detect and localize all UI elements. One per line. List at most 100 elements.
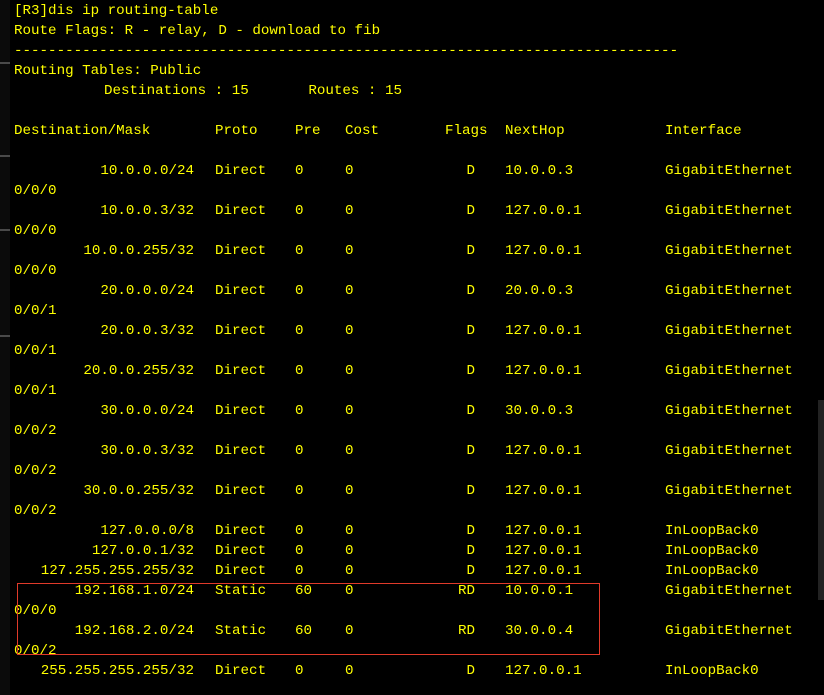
edge-tick [0,62,10,64]
route-interface-continuation: 0/0/2 [14,643,57,659]
route-nexthop: 30.0.0.4 [505,623,574,639]
route-preference: 0 [295,203,304,219]
route-destination: 127.0.0.1/32 [91,543,194,559]
route-proto: Direct [215,483,267,499]
separator-line: ----------------------------------------… [14,43,679,59]
table-header: Destination/Mask Proto Pre Cost Flags Ne… [14,121,824,141]
route-interface: InLoopBack0 [665,543,759,559]
route-flags: D [466,323,475,339]
route-nexthop: 127.0.0.1 [505,363,582,379]
route-nexthop: 127.0.0.1 [505,243,582,259]
route-proto: Direct [215,203,267,219]
route-proto: Direct [215,543,267,559]
route-counts: Destinations : 15 Routes : 15 [104,83,402,99]
route-nexthop: 127.0.0.1 [505,323,582,339]
route-destination: 10.0.0.255/32 [83,243,194,259]
route-interface-continuation: 0/0/1 [14,303,57,319]
route-interface: GigabitEthernet [665,283,793,299]
route-proto: Direct [215,243,267,259]
route-interface: GigabitEthernet [665,583,793,599]
route-nexthop: 127.0.0.1 [505,563,582,579]
route-proto: Static [215,623,267,639]
route-flags: D [466,443,475,459]
route-destination: 192.168.1.0/24 [74,583,194,599]
route-cost: 0 [345,323,354,339]
route-flags: D [466,483,475,499]
route-nexthop: 127.0.0.1 [505,443,582,459]
route-row: 30.0.0.3/32 Direct 0 0 D 127.0.0.1 GigabitEthe… [14,441,824,461]
route-cost: 0 [345,663,354,679]
header-flags: Flags [445,123,488,139]
route-destination: 30.0.0.3/32 [100,443,194,459]
route-cost: 0 [345,583,354,599]
route-destination: 30.0.0.0/24 [100,403,194,419]
route-interface-continuation: 0/0/2 [14,423,57,439]
route-destination: 20.0.0.3/32 [100,323,194,339]
header-cost: Cost [345,123,380,139]
route-row: 192.168.1.0/24 Static 60 0 RD 10.0.0.1 Gigabit… [14,581,824,601]
route-row: 255.255.255.255/32 Direct 0 0 D 127.0.0.1 InLo… [14,661,824,681]
route-flags: D [466,243,475,259]
route-interface-continuation: 0/0/0 [14,223,57,239]
route-destination: 20.0.0.255/32 [83,363,194,379]
route-interface: GigabitEthernet [665,403,793,419]
route-row: 127.0.0.1/32 Direct 0 0 D 127.0.0.1 InLoopBack… [14,541,824,561]
route-flags: D [466,663,475,679]
route-row: 10.0.0.0/24 Direct 0 0 D 10.0.0.3 GigabitEther… [14,161,824,181]
route-row: 30.0.0.0/24 Direct 0 0 D 30.0.0.3 GigabitEther… [14,401,824,421]
route-cost: 0 [345,623,354,639]
route-destination: 30.0.0.255/32 [83,483,194,499]
route-preference: 0 [295,163,304,179]
table-name: Routing Tables: Public [14,63,202,79]
route-cost: 0 [345,443,354,459]
route-nexthop: 127.0.0.1 [505,483,582,499]
route-row: 10.0.0.3/32 Direct 0 0 D 127.0.0.1 GigabitEthe… [14,201,824,221]
route-row: 20.0.0.255/32 Direct 0 0 D 127.0.0.1 GigabitEt… [14,361,824,381]
route-interface: GigabitEthernet [665,623,793,639]
route-interface: GigabitEthernet [665,323,793,339]
route-interface-continuation: 0/0/0 [14,263,57,279]
route-interface: GigabitEthernet [665,483,793,499]
route-nexthop: 10.0.0.1 [505,583,574,599]
route-row: 30.0.0.255/32 Direct 0 0 D 127.0.0.1 GigabitEt… [14,481,824,501]
route-cost: 0 [345,243,354,259]
route-nexthop: 20.0.0.3 [505,283,574,299]
header-pre: Pre [295,123,321,139]
window-left-edge [0,0,10,695]
route-proto: Direct [215,163,267,179]
route-interface: InLoopBack0 [665,563,759,579]
scrollbar[interactable] [818,400,824,600]
route-cost: 0 [345,563,354,579]
route-preference: 0 [295,323,304,339]
route-interface-continuation: 0/0/2 [14,463,57,479]
route-proto: Direct [215,323,267,339]
edge-tick [0,155,10,157]
route-flags: D [466,163,475,179]
route-cost: 0 [345,363,354,379]
route-proto: Direct [215,403,267,419]
route-cost: 0 [345,543,354,559]
route-destination: 20.0.0.0/24 [100,283,194,299]
terminal-window[interactable]: [R3]dis ip routing-table Route Flags: R … [0,0,824,695]
route-interface-continuation: 0/0/2 [14,503,57,519]
edge-tick [0,229,10,231]
route-proto: Direct [215,283,267,299]
route-preference: 0 [295,403,304,419]
route-preference: 0 [295,363,304,379]
route-flags: D [466,543,475,559]
route-nexthop: 127.0.0.1 [505,203,582,219]
route-flags: D [466,563,475,579]
route-destination: 127.255.255.255/32 [40,563,194,579]
edge-tick [0,335,10,337]
route-destination: 192.168.2.0/24 [74,623,194,639]
command-line: [R3]dis ip routing-table [14,3,219,19]
route-interface-continuation: 0/0/1 [14,343,57,359]
route-nexthop: 127.0.0.1 [505,523,582,539]
route-row: 127.0.0.0/8 Direct 0 0 D 127.0.0.1 InLoopBack0 [14,521,824,541]
header-nexthop: NextHop [505,123,565,139]
route-interface: InLoopBack0 [665,663,759,679]
route-proto: Direct [215,563,267,579]
route-row: 20.0.0.0/24 Direct 0 0 D 20.0.0.3 GigabitEther… [14,281,824,301]
route-proto: Static [215,583,267,599]
route-cost: 0 [345,283,354,299]
